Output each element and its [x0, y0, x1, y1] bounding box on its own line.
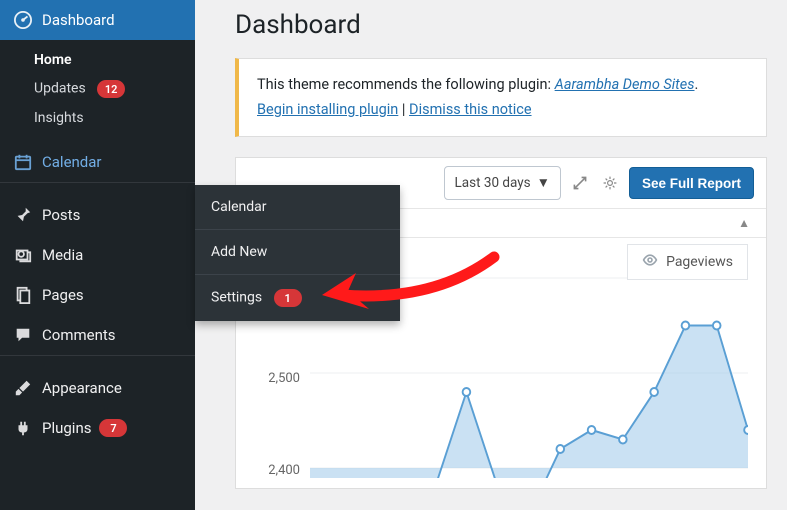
sidebar-submenu-dashboard: Home Updates 12 Insights — [0, 40, 195, 142]
notice-period: . — [695, 76, 699, 93]
date-range-label: Last 30 days — [455, 175, 531, 191]
sidebar-item-media[interactable]: Media — [0, 235, 195, 275]
settings-badge: 1 — [274, 289, 302, 307]
y-tick: 2,400 — [254, 463, 300, 478]
flyout-item-calendar[interactable]: Calendar — [195, 185, 400, 230]
eye-icon — [642, 252, 658, 272]
legend-label: Pageviews — [666, 254, 733, 270]
brush-icon — [12, 379, 34, 397]
gear-icon[interactable] — [599, 172, 621, 194]
page-title: Dashboard — [235, 10, 767, 40]
calendar-icon — [12, 153, 34, 171]
sidebar-separator — [0, 355, 195, 368]
y-tick: 2,500 — [254, 371, 300, 386]
sidebar-item-appearance[interactable]: Appearance — [0, 368, 195, 408]
sidebar-sub-label: Updates — [34, 81, 86, 97]
sidebar-sub-updates[interactable]: Updates 12 — [12, 74, 195, 104]
notice-text: This theme recommends the following plug… — [257, 76, 555, 93]
expand-icon[interactable] — [569, 172, 591, 194]
see-full-report-button[interactable]: See Full Report — [629, 167, 754, 199]
date-range-select[interactable]: Last 30 days ▼ — [444, 166, 561, 200]
link-separator: | — [398, 101, 409, 118]
sidebar-item-posts[interactable]: Posts — [0, 195, 195, 235]
sidebar-label: Dashboard — [42, 11, 115, 29]
begin-install-link[interactable]: Begin installing plugin — [257, 101, 398, 118]
chart-legend: Pageviews — [627, 244, 748, 280]
sidebar-label: Media — [42, 246, 83, 264]
sidebar-label: Calendar — [42, 153, 102, 171]
calendar-flyout: Calendar Add New Settings 1 — [195, 185, 400, 321]
sidebar-label: Plugins — [42, 419, 91, 437]
flyout-item-settings[interactable]: Settings 1 — [195, 275, 400, 321]
flyout-item-add-new[interactable]: Add New — [195, 230, 400, 275]
flyout-label: Settings — [211, 290, 262, 306]
sidebar-item-pages[interactable]: Pages — [0, 275, 195, 315]
pages-icon — [12, 286, 34, 304]
sidebar-item-plugins[interactable]: Plugins 7 — [0, 408, 195, 448]
dismiss-link[interactable]: Dismiss this notice — [409, 101, 532, 118]
sidebar-label: Appearance — [42, 379, 122, 397]
comments-icon — [12, 326, 34, 344]
notice-plugin-link[interactable]: Aarambha Demo Sites — [555, 76, 695, 93]
admin-sidebar: Dashboard Home Updates 12 Insights Calen… — [0, 0, 195, 510]
sidebar-separator — [0, 182, 195, 195]
collapse-up-icon: ▲ — [738, 216, 750, 230]
sidebar-sub-insights[interactable]: Insights — [12, 104, 195, 132]
sidebar-label: Pages — [42, 286, 84, 304]
sidebar-item-calendar[interactable]: Calendar — [0, 142, 195, 182]
sidebar-item-comments[interactable]: Comments — [0, 315, 195, 355]
pin-icon — [12, 206, 34, 224]
plugins-badge: 7 — [99, 419, 127, 437]
media-icon — [12, 246, 34, 264]
plug-icon — [12, 419, 34, 437]
sidebar-label: Posts — [42, 206, 80, 224]
dashboard-icon — [12, 11, 34, 29]
sidebar-label: Comments — [42, 326, 116, 344]
updates-badge: 12 — [97, 80, 125, 98]
plugin-notice: This theme recommends the following plug… — [235, 58, 767, 137]
chevron-down-icon: ▼ — [537, 175, 550, 191]
sidebar-item-dashboard[interactable]: Dashboard — [0, 0, 195, 40]
sidebar-sub-home[interactable]: Home — [12, 46, 195, 74]
